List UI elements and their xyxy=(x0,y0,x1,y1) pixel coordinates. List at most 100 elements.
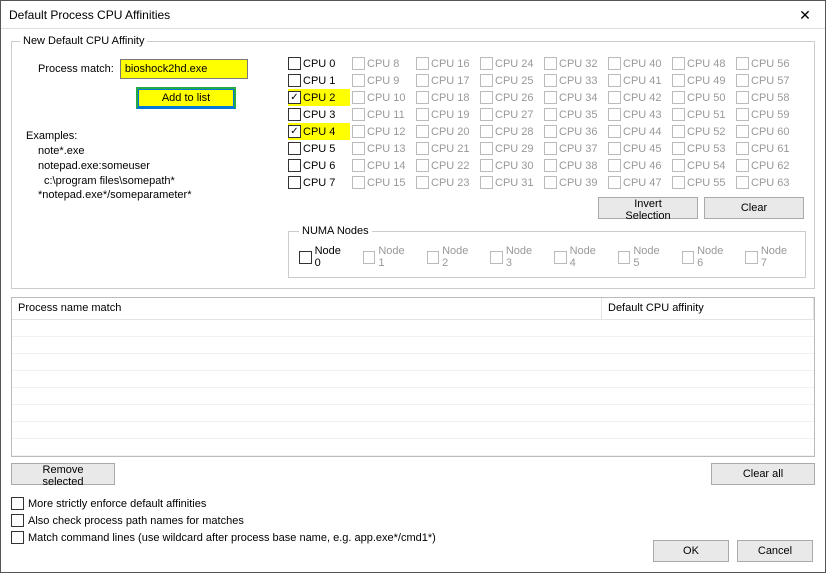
checkbox-icon xyxy=(672,91,685,104)
cpu-checkbox-3[interactable]: CPU 3 xyxy=(288,106,350,123)
cpu-label: CPU 59 xyxy=(751,109,790,121)
table-row[interactable] xyxy=(12,320,814,337)
checkbox-icon xyxy=(480,125,493,138)
cpu-checkbox-59: CPU 59 xyxy=(736,106,798,123)
checkbox-icon xyxy=(416,142,429,155)
table-body[interactable] xyxy=(12,320,814,456)
checkbox-icon[interactable] xyxy=(288,74,301,87)
cpu-label: CPU 50 xyxy=(687,92,726,104)
checkbox-icon[interactable] xyxy=(288,142,301,155)
col-process-name-match[interactable]: Process name match xyxy=(12,298,602,319)
option-strict-enforce[interactable]: More strictly enforce default affinities xyxy=(11,495,815,512)
cpu-label: CPU 52 xyxy=(687,126,726,138)
cpu-label: CPU 32 xyxy=(559,58,598,70)
affinity-groupbox: New Default CPU Affinity Process match: … xyxy=(11,35,815,289)
cpu-checkbox-1[interactable]: CPU 1 xyxy=(288,72,350,89)
cpu-checkbox-39: CPU 39 xyxy=(544,174,606,191)
cpu-checkbox-7[interactable]: CPU 7 xyxy=(288,174,350,191)
cpu-checkbox-50: CPU 50 xyxy=(672,89,734,106)
checkbox-icon xyxy=(352,176,365,189)
col-default-affinity[interactable]: Default CPU affinity xyxy=(602,298,814,319)
table-row[interactable] xyxy=(12,439,814,456)
option-check-path[interactable]: Also check process path names for matche… xyxy=(11,512,815,529)
checkbox-icon xyxy=(480,176,493,189)
cpu-checkbox-44: CPU 44 xyxy=(608,123,670,140)
top-row: Process match: Add to list Examples: not… xyxy=(20,53,806,278)
cpu-label: CPU 14 xyxy=(367,160,406,172)
clear-cpu-button[interactable]: Clear xyxy=(704,197,804,219)
cpu-checkbox-45: CPU 45 xyxy=(608,140,670,157)
cpu-label: CPU 1 xyxy=(303,75,335,87)
add-to-list-button[interactable]: Add to list xyxy=(136,87,236,109)
cpu-checkbox-4[interactable]: CPU 4 xyxy=(288,123,350,140)
cpu-checkbox-37: CPU 37 xyxy=(544,140,606,157)
checkbox-icon[interactable] xyxy=(288,91,301,104)
cpu-checkbox-61: CPU 61 xyxy=(736,140,798,157)
cpu-checkbox-17: CPU 17 xyxy=(416,72,478,89)
checkbox-icon xyxy=(608,125,621,138)
checkbox-icon[interactable] xyxy=(11,531,24,544)
cpu-checkbox-5[interactable]: CPU 5 xyxy=(288,140,350,157)
left-column: Process match: Add to list Examples: not… xyxy=(20,53,274,203)
process-match-input[interactable] xyxy=(120,59,248,79)
checkbox-icon[interactable] xyxy=(11,514,24,527)
table-header: Process name match Default CPU affinity xyxy=(12,298,814,320)
cpu-checkbox-6[interactable]: CPU 6 xyxy=(288,157,350,174)
cpu-label: CPU 58 xyxy=(751,92,790,104)
cpu-checkbox-46: CPU 46 xyxy=(608,157,670,174)
checkbox-icon[interactable] xyxy=(288,159,301,172)
cpu-checkbox-22: CPU 22 xyxy=(416,157,478,174)
ok-button[interactable]: OK xyxy=(653,540,729,562)
checkbox-icon[interactable] xyxy=(288,57,301,70)
table-row[interactable] xyxy=(12,422,814,439)
cpu-label: CPU 24 xyxy=(495,58,534,70)
cpu-checkbox-51: CPU 51 xyxy=(672,106,734,123)
cpu-checkbox-0[interactable]: CPU 0 xyxy=(288,55,350,72)
cpu-checkbox-10: CPU 10 xyxy=(352,89,414,106)
table-row[interactable] xyxy=(12,371,814,388)
cancel-button[interactable]: Cancel xyxy=(737,540,813,562)
table-row[interactable] xyxy=(12,337,814,354)
table-row[interactable] xyxy=(12,388,814,405)
cpu-label: CPU 29 xyxy=(495,143,534,155)
numa-node-3: Node 3 xyxy=(490,245,540,269)
invert-selection-button[interactable]: Invert Selection xyxy=(598,197,698,219)
checkbox-icon xyxy=(672,176,685,189)
numa-node-0[interactable]: Node 0 xyxy=(299,245,349,269)
table-row[interactable] xyxy=(12,354,814,371)
cpu-checkbox-32: CPU 32 xyxy=(544,55,606,72)
cpu-label: CPU 11 xyxy=(367,109,405,121)
option-label: Also check process path names for matche… xyxy=(28,515,244,527)
checkbox-icon xyxy=(745,251,758,264)
cpu-checkbox-33: CPU 33 xyxy=(544,72,606,89)
cpu-label: CPU 47 xyxy=(623,177,662,189)
close-icon[interactable]: ✕ xyxy=(785,1,825,29)
cpu-checkbox-2[interactable]: CPU 2 xyxy=(288,89,350,106)
checkbox-icon[interactable] xyxy=(288,176,301,189)
checkbox-icon[interactable] xyxy=(11,497,24,510)
checkbox-icon[interactable] xyxy=(299,251,312,264)
checkbox-icon xyxy=(416,125,429,138)
cpu-checkbox-23: CPU 23 xyxy=(416,174,478,191)
remove-selected-button[interactable]: Remove selected xyxy=(11,463,115,485)
checkbox-icon xyxy=(352,125,365,138)
numa-label: Node 2 xyxy=(442,245,476,269)
cpu-label: CPU 31 xyxy=(495,177,534,189)
cpu-label: CPU 35 xyxy=(559,109,598,121)
numa-label: Node 6 xyxy=(697,245,731,269)
table-row[interactable] xyxy=(12,405,814,422)
cpu-checkbox-60: CPU 60 xyxy=(736,123,798,140)
example-line: c:\program files\somepath* xyxy=(44,174,274,189)
cpu-grid: CPU 0CPU 8CPU 16CPU 24CPU 32CPU 40CPU 48… xyxy=(288,55,806,191)
checkbox-icon xyxy=(736,74,749,87)
cpu-label: CPU 5 xyxy=(303,143,335,155)
checkbox-icon[interactable] xyxy=(288,125,301,138)
cpu-checkbox-27: CPU 27 xyxy=(480,106,542,123)
checkbox-icon xyxy=(608,57,621,70)
clear-all-button[interactable]: Clear all xyxy=(711,463,815,485)
cpu-checkbox-16: CPU 16 xyxy=(416,55,478,72)
cpu-checkbox-28: CPU 28 xyxy=(480,123,542,140)
checkbox-icon[interactable] xyxy=(288,108,301,121)
cpu-label: CPU 40 xyxy=(623,58,662,70)
cpu-label: CPU 34 xyxy=(559,92,598,104)
